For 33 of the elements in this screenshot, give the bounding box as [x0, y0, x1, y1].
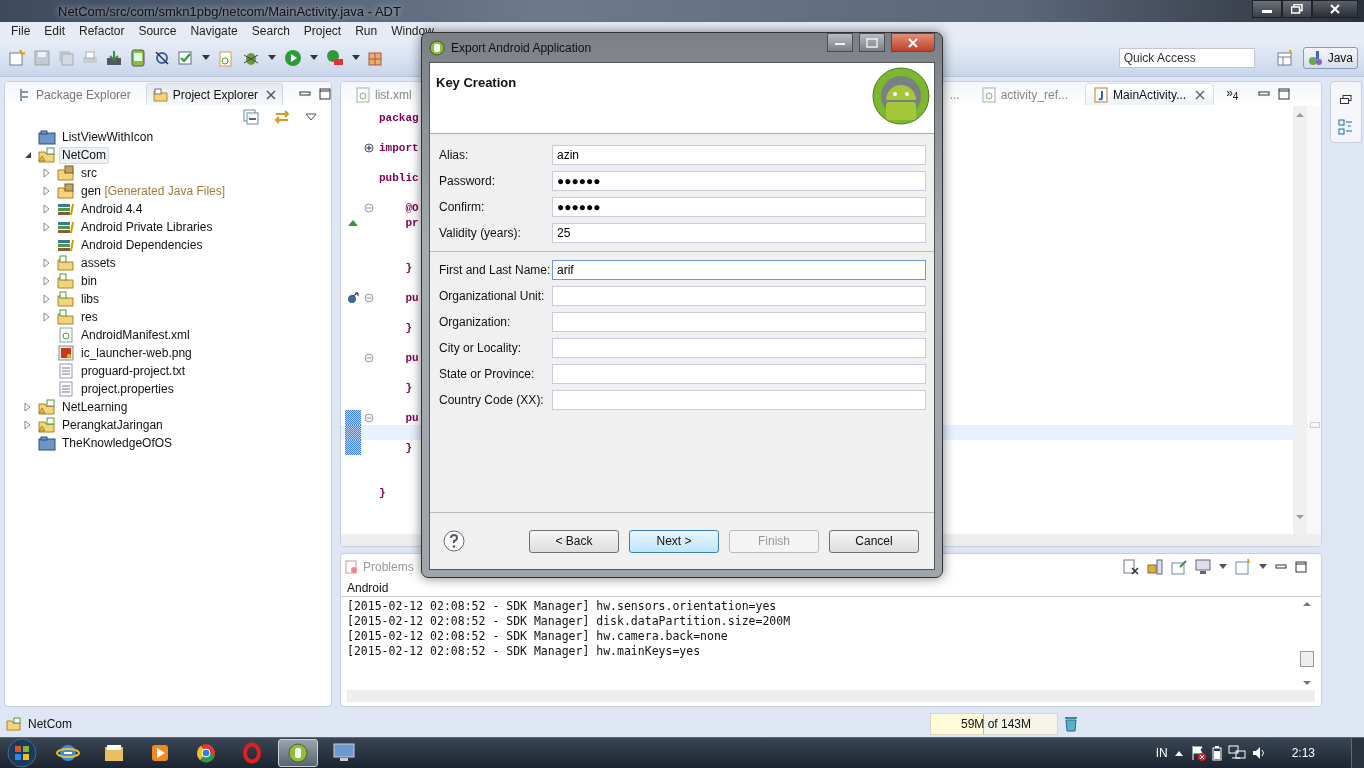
- log-line: [2015-02-12 02:08:52 - SDK Manager] hw.mainKeys=yes: [347, 644, 702, 659]
- dialog-title: Export Android Application: [451, 40, 592, 55]
- field-label: Organizational Unit:: [439, 289, 546, 303]
- code-line: packag: [379, 111, 419, 124]
- code-line: }: [404, 321, 412, 334]
- code-line: pu: [404, 351, 419, 364]
- code-line: @O: [404, 201, 419, 214]
- code-line: pu: [404, 411, 419, 424]
- field-label: First and Last Name:: [439, 263, 552, 277]
- code-line: pr: [404, 216, 419, 229]
- code-line: }: [379, 486, 386, 499]
- field-label: City or Locality:: [439, 341, 523, 355]
- field-label: Country Code (XX):: [439, 393, 545, 407]
- log-line: [2015-02-12 02:08:52 - SDK Manager] disk.dataPartition.size=200M: [347, 614, 792, 629]
- heap-meter: 59M of 143M: [930, 713, 1058, 735]
- field-label: State or Province:: [439, 367, 536, 381]
- code-line: }: [404, 261, 412, 274]
- field-label: Confirm:: [439, 200, 486, 214]
- log-line: [2015-02-12 02:08:52 - SDK Manager] hw.sensors.orientation=yes: [347, 599, 778, 614]
- window-title: NetCom/src/com/smkn1pbg/netcom/MainActivity.java - ADT: [57, 3, 401, 19]
- code-line: }: [404, 441, 412, 454]
- status-text: NetCom: [28, 717, 72, 731]
- field-label: Organization:: [439, 315, 512, 329]
- code-line: }: [404, 381, 412, 394]
- field-label: Alias:: [439, 148, 470, 162]
- log-line: [2015-02-12 02:08:52 - SDK Manager] hw.camera.back=none: [347, 629, 729, 644]
- page-heading: Key Creation: [436, 75, 517, 90]
- code-line: import: [379, 141, 419, 154]
- field-label: Password:: [439, 174, 497, 188]
- code-line: public: [379, 171, 419, 184]
- code-line: pu: [404, 291, 419, 304]
- console-name: Android: [341, 580, 1321, 597]
- field-label: Validity (years):: [439, 226, 522, 240]
